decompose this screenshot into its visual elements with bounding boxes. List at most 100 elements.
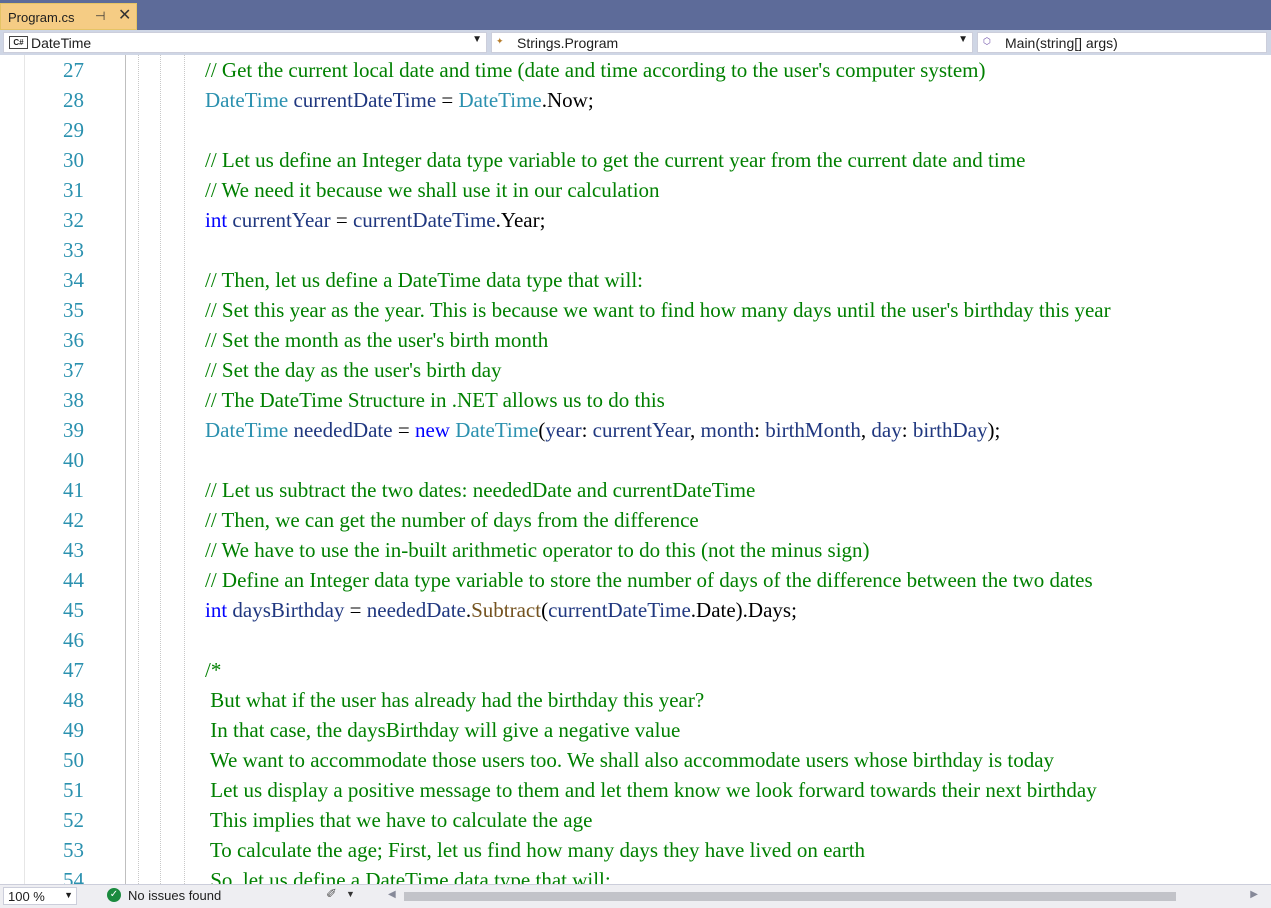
member-name: Main(string[] args) bbox=[1005, 35, 1118, 51]
code-line[interactable]: 32 int currentYear = currentDateTime.Year… bbox=[0, 205, 1271, 235]
code-text[interactable]: // Let us define an Integer data type va… bbox=[205, 148, 1025, 173]
code-line[interactable]: 29 bbox=[0, 115, 1271, 145]
code-line[interactable]: 30 // Let us define an Integer data type … bbox=[0, 145, 1271, 175]
code-text[interactable]: So, let us define a DateTime data type t… bbox=[205, 868, 611, 884]
code-text[interactable]: DateTime neededDate = new DateTime(year:… bbox=[205, 418, 1000, 443]
code-text[interactable]: // The DateTime Structure in .NET allows… bbox=[205, 388, 665, 413]
code-token: But what if the user has already had the… bbox=[205, 688, 705, 712]
code-line[interactable]: 31 // We need it because we shall use it … bbox=[0, 175, 1271, 205]
line-number: 33 bbox=[63, 238, 84, 262]
type-dropdown[interactable]: ✦ Strings.Program ▼ bbox=[491, 32, 973, 53]
code-line[interactable]: 39 DateTime neededDate = new DateTime(yea… bbox=[0, 415, 1271, 445]
code-token: birthDay bbox=[912, 418, 988, 442]
code-token: DateTime bbox=[458, 88, 542, 112]
code-line[interactable]: 33 bbox=[0, 235, 1271, 265]
code-line[interactable]: 52 This implies that we have to calculat… bbox=[0, 805, 1271, 835]
code-editor[interactable]: 27 // Get the current local date and time… bbox=[0, 55, 1271, 884]
code-text[interactable]: We want to accommodate those users too. … bbox=[205, 748, 1054, 773]
code-text[interactable]: This implies that we have to calculate t… bbox=[205, 808, 593, 833]
code-text[interactable]: /* bbox=[205, 658, 221, 683]
check-icon: ✓ bbox=[107, 888, 121, 902]
code-line[interactable]: 51 Let us display a positive message to … bbox=[0, 775, 1271, 805]
code-line[interactable]: 27 // Get the current local date and time… bbox=[0, 55, 1271, 85]
chevron-down-icon: ▼ bbox=[64, 890, 73, 900]
code-line[interactable]: 42 // Then, we can get the number of days… bbox=[0, 505, 1271, 535]
line-number: 37 bbox=[63, 358, 84, 382]
code-line[interactable]: 34 // Then, let us define a DateTime data… bbox=[0, 265, 1271, 295]
issues-status[interactable]: No issues found bbox=[128, 888, 221, 903]
code-text[interactable]: In that case, the daysBirthday will give… bbox=[205, 718, 680, 743]
code-line[interactable]: 49 In that case, the daysBirthday will g… bbox=[0, 715, 1271, 745]
code-text[interactable]: // We need it because we shall use it in… bbox=[205, 178, 660, 203]
code-line[interactable]: 35 // Set this year as the year. This is … bbox=[0, 295, 1271, 325]
code-token: DateTime bbox=[455, 418, 539, 442]
project-dropdown[interactable]: C# DateTime ▼ bbox=[3, 32, 487, 53]
code-text[interactable]: But what if the user has already had the… bbox=[205, 688, 704, 713]
line-number: 31 bbox=[63, 178, 84, 202]
code-line[interactable]: 43 // We have to use the in-built arithme… bbox=[0, 535, 1271, 565]
code-line[interactable]: 44 // Define an Integer data type variabl… bbox=[0, 565, 1271, 595]
horizontal-scrollbar[interactable]: ◀ ▶ bbox=[388, 888, 1268, 904]
code-line[interactable]: 40 bbox=[0, 445, 1271, 475]
tab-program-cs[interactable]: Program.cs ⊣ ✕ bbox=[0, 3, 137, 30]
code-text[interactable]: // Set the day as the user's birth day bbox=[205, 358, 502, 383]
tab-title: Program.cs bbox=[8, 10, 75, 25]
line-number: 35 bbox=[63, 298, 84, 322]
code-line[interactable]: 28 DateTime currentDateTime = DateTime.No… bbox=[0, 85, 1271, 115]
code-cleanup-icon[interactable]: ✐ bbox=[326, 886, 337, 902]
code-line[interactable]: 38 // The DateTime Structure in .NET allo… bbox=[0, 385, 1271, 415]
code-text[interactable]: // Then, let us define a DateTime data t… bbox=[205, 268, 643, 293]
member-dropdown[interactable]: ⬡ Main(string[] args) bbox=[977, 32, 1267, 53]
code-text[interactable]: // Let us subtract the two dates: needed… bbox=[205, 478, 755, 503]
navigation-bar: C# DateTime ▼ ✦ Strings.Program ▼ ⬡ Main… bbox=[0, 30, 1271, 55]
code-text[interactable]: DateTime currentDateTime = DateTime.Now; bbox=[205, 88, 594, 113]
code-text[interactable]: // Set this year as the year. This is be… bbox=[205, 298, 1111, 323]
code-token: : bbox=[581, 418, 593, 442]
pin-icon[interactable]: ⊣ bbox=[95, 9, 105, 23]
code-text[interactable]: // Set the month as the user's birth mon… bbox=[205, 328, 548, 353]
scroll-right-icon[interactable]: ▶ bbox=[1250, 889, 1258, 900]
code-text[interactable]: // Define an Integer data type variable … bbox=[205, 568, 1093, 593]
line-number: 44 bbox=[63, 568, 84, 592]
scroll-left-icon[interactable]: ◀ bbox=[388, 889, 396, 900]
scrollbar-thumb[interactable] bbox=[404, 892, 1176, 901]
line-number: 42 bbox=[63, 508, 84, 532]
code-token: // We have to use the in-built arithmeti… bbox=[205, 538, 870, 562]
code-text[interactable]: To calculate the age; First, let us find… bbox=[205, 838, 865, 863]
code-line[interactable]: 53 To calculate the age; First, let us f… bbox=[0, 835, 1271, 865]
code-token: currentDateTime bbox=[293, 88, 437, 112]
code-token: // Let us define an Integer data type va… bbox=[205, 148, 1026, 172]
code-line[interactable]: 45 int daysBirthday = neededDate.Subtract… bbox=[0, 595, 1271, 625]
close-icon[interactable]: ✕ bbox=[118, 6, 131, 26]
code-token: currentYear bbox=[232, 208, 331, 232]
chevron-down-icon[interactable]: ▼ bbox=[346, 889, 355, 899]
code-line[interactable]: 37 // Set the day as the user's birth day bbox=[0, 355, 1271, 385]
code-line[interactable]: 41 // Let us subtract the two dates: need… bbox=[0, 475, 1271, 505]
code-line[interactable]: 36 // Set the month as the user's birth m… bbox=[0, 325, 1271, 355]
code-text[interactable]: Let us display a positive message to the… bbox=[205, 778, 1096, 803]
chevron-down-icon: ▼ bbox=[958, 34, 968, 45]
code-line[interactable]: 48 But what if the user has already had … bbox=[0, 685, 1271, 715]
code-line[interactable]: 46 bbox=[0, 625, 1271, 655]
code-text[interactable]: // Then, we can get the number of days f… bbox=[205, 508, 699, 533]
line-number: 49 bbox=[63, 718, 84, 742]
zoom-dropdown[interactable]: 100 % ▼ bbox=[3, 887, 77, 905]
code-line[interactable]: 50 We want to accommodate those users to… bbox=[0, 745, 1271, 775]
code-text[interactable]: // We have to use the in-built arithmeti… bbox=[205, 538, 870, 563]
zoom-level: 100 % bbox=[8, 889, 45, 904]
code-text[interactable]: int daysBirthday = neededDate.Subtract(c… bbox=[205, 598, 797, 623]
code-token: So, let us define a DateTime data type t… bbox=[205, 868, 611, 884]
line-number: 40 bbox=[63, 448, 84, 472]
code-token: // The DateTime Structure in .NET allows… bbox=[205, 388, 665, 412]
line-number: 43 bbox=[63, 538, 84, 562]
code-token: DateTime bbox=[205, 88, 289, 112]
line-number: 38 bbox=[63, 388, 84, 412]
code-token: // Get the current local date and time (… bbox=[205, 58, 986, 82]
code-token: // Set the day as the user's birth day bbox=[205, 358, 502, 382]
code-token: int bbox=[205, 598, 228, 622]
code-text[interactable]: int currentYear = currentDateTime.Year; bbox=[205, 208, 545, 233]
code-line[interactable]: 47 /* bbox=[0, 655, 1271, 685]
code-token: day bbox=[871, 418, 902, 442]
code-text[interactable]: // Get the current local date and time (… bbox=[205, 58, 986, 83]
code-line[interactable]: 54 So, let us define a DateTime data typ… bbox=[0, 865, 1271, 884]
